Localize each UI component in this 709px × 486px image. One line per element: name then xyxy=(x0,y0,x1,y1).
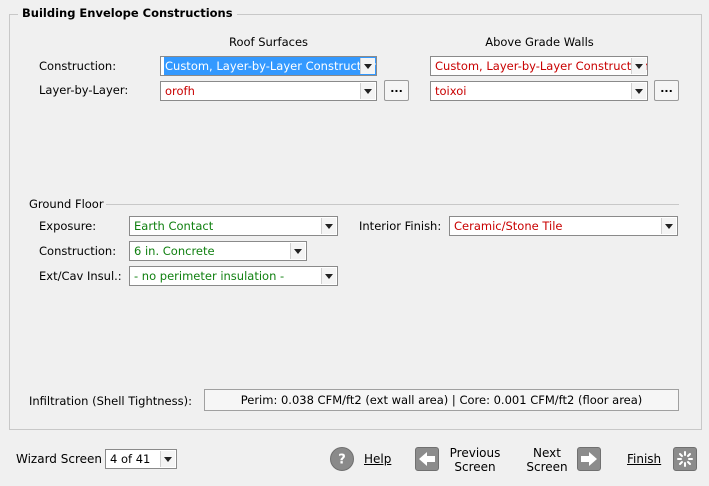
previous-arrow-icon[interactable] xyxy=(415,447,439,471)
roof-layer-select[interactable]: orofh xyxy=(160,81,377,101)
insulation-label: Ext/Cav Insul.: xyxy=(39,269,122,283)
floor-construction-value: 6 in. Concrete xyxy=(134,244,215,258)
layer-by-layer-label: Layer-by-Layer: xyxy=(39,83,129,97)
walls-layer-select[interactable]: toixoi xyxy=(430,81,648,101)
finish-sparkle-icon[interactable] xyxy=(673,447,697,471)
roof-layer-value: orofh xyxy=(165,84,195,98)
ground-floor-title: Ground Floor xyxy=(29,197,104,211)
exposure-label: Exposure: xyxy=(39,219,97,233)
interior-finish-label: Interior Finish: xyxy=(359,219,442,233)
finish-button[interactable]: Finish xyxy=(627,452,661,466)
help-button[interactable]: Help xyxy=(364,452,391,466)
previous-line1: Previous xyxy=(449,446,501,460)
walls-construction-select[interactable]: Custom, Layer-by-Layer Construction xyxy=(430,56,648,76)
exposure-select[interactable]: Earth Contact xyxy=(129,216,338,236)
interior-finish-select[interactable]: Ceramic/Stone Tile xyxy=(449,216,678,236)
chevron-down-icon[interactable] xyxy=(160,451,175,467)
walls-layer-browse-button[interactable]: ... xyxy=(654,80,679,101)
walls-construction-value: Custom, Layer-by-Layer Construction xyxy=(435,59,648,73)
roof-surfaces-header: Roof Surfaces xyxy=(228,35,309,49)
group-title: Building Envelope Constructions xyxy=(18,6,237,20)
ground-floor-separator xyxy=(106,204,679,205)
next-line2: Screen xyxy=(526,460,568,474)
chevron-down-icon[interactable] xyxy=(360,83,375,99)
above-grade-walls-header: Above Grade Walls xyxy=(485,35,594,49)
chevron-down-icon[interactable] xyxy=(661,218,676,234)
chevron-down-icon[interactable] xyxy=(631,83,646,99)
help-icon[interactable]: ? xyxy=(330,447,354,471)
insulation-select[interactable]: - no perimeter insulation - xyxy=(129,266,338,286)
infiltration-button[interactable]: Perim: 0.038 CFM/ft2 (ext wall area) | C… xyxy=(204,389,679,411)
chevron-down-icon[interactable] xyxy=(321,268,336,284)
exposure-value: Earth Contact xyxy=(134,219,214,233)
infiltration-label: Infiltration (Shell Tightness): xyxy=(29,394,192,408)
chevron-down-icon[interactable] xyxy=(360,58,375,74)
next-screen-button[interactable]: Next Screen xyxy=(524,446,570,474)
floor-construction-select[interactable]: 6 in. Concrete xyxy=(129,241,307,261)
roof-construction-select[interactable]: Custom, Layer-by-Layer Construction xyxy=(160,56,377,76)
interior-finish-value: Ceramic/Stone Tile xyxy=(454,219,563,233)
roof-construction-value: Custom, Layer-by-Layer Construction xyxy=(164,57,376,75)
previous-screen-button[interactable]: Previous Screen xyxy=(448,446,502,474)
roof-layer-browse-button[interactable]: ... xyxy=(384,80,409,101)
walls-layer-value: toixoi xyxy=(435,84,467,98)
wizard-screen-value: 4 of 41 xyxy=(110,452,151,466)
construction-label: Construction: xyxy=(39,59,117,73)
chevron-down-icon[interactable] xyxy=(321,218,336,234)
wizard-screen-select[interactable]: 4 of 41 xyxy=(105,449,177,469)
previous-line2: Screen xyxy=(454,460,496,474)
svg-text:?: ? xyxy=(338,453,346,468)
insulation-value: - no perimeter insulation - xyxy=(134,269,285,283)
next-arrow-icon[interactable] xyxy=(577,447,601,471)
chevron-down-icon[interactable] xyxy=(631,58,646,74)
chevron-down-icon[interactable] xyxy=(290,243,305,259)
wizard-screen-label: Wizard Screen xyxy=(16,452,102,466)
floor-construction-label: Construction: xyxy=(39,244,117,258)
next-line1: Next xyxy=(533,446,561,460)
